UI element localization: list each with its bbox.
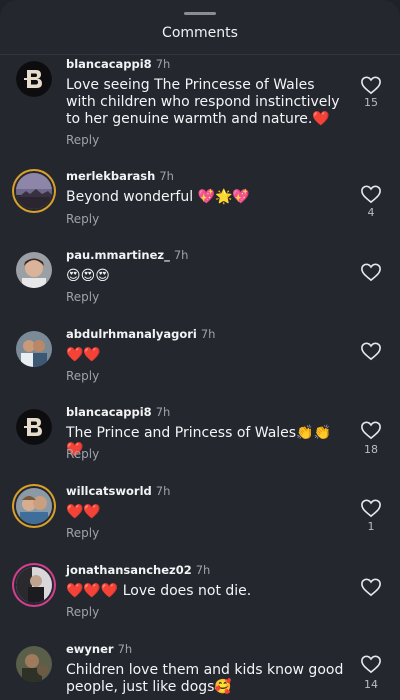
profile-photo-icon	[16, 567, 52, 603]
timestamp: 7h	[117, 642, 133, 656]
comment-meta: merlekbarash 7h	[66, 169, 174, 183]
heart-icon[interactable]	[360, 75, 382, 95]
timestamp: 7h	[155, 57, 171, 71]
profile-photo-icon	[16, 488, 52, 524]
heart-icon[interactable]	[360, 654, 382, 674]
profile-photo-icon	[16, 646, 52, 682]
avatar[interactable]	[16, 567, 52, 603]
comment-meta: blancacappi8 7h	[66, 57, 170, 71]
profile-photo-icon	[16, 173, 52, 209]
avatar[interactable]	[16, 331, 52, 367]
reply-button[interactable]: Reply	[66, 605, 99, 619]
comments-sheet: Comments blancacappi8 7h Love seeing The …	[0, 0, 400, 700]
timestamp: 7h	[173, 248, 189, 262]
heart-icon[interactable]	[360, 577, 382, 597]
comment-text: Love seeing The Princesse of Wales with …	[66, 77, 340, 127]
brand-logo-avatar-icon	[16, 61, 52, 97]
avatar[interactable]	[16, 409, 52, 445]
comment-meta: blancacappi8 7h	[66, 405, 170, 419]
comment-meta: abdulrhmanalyagori 7h	[66, 327, 215, 341]
timestamp: 7h	[155, 484, 171, 498]
heart-icon[interactable]	[360, 341, 382, 361]
reply-button[interactable]: Reply	[66, 290, 99, 304]
like-count: 4	[367, 206, 375, 219]
timestamp: 7h	[155, 405, 171, 419]
comment-text: 😍😍😍	[66, 268, 110, 284]
comment-text: ❤️❤️❤️ Love does not die.	[66, 583, 252, 599]
reply-button[interactable]: Reply	[66, 212, 99, 226]
avatar[interactable]	[16, 252, 52, 288]
comment-text: Children love them and kids know good pe…	[66, 662, 344, 695]
comment-meta: willcatsworld 7h	[66, 484, 170, 498]
avatar[interactable]	[16, 646, 52, 682]
comment-text: The Prince and Princess of Wales👏👏❤️	[66, 425, 331, 458]
timestamp: 7h	[159, 169, 174, 183]
username[interactable]: abdulrhmanalyagori	[66, 327, 197, 341]
username[interactable]: ewyner	[66, 642, 114, 656]
heart-icon[interactable]	[360, 262, 382, 282]
comment-text: ❤️❤️	[66, 347, 101, 363]
avatar[interactable]	[16, 488, 52, 524]
reply-button[interactable]: Reply	[66, 369, 99, 383]
like-count: 14	[364, 678, 378, 691]
like-count: 15	[364, 96, 378, 109]
reply-button[interactable]: Reply	[66, 133, 99, 147]
avatar[interactable]	[16, 173, 52, 209]
comment-text: Beyond wonderful 💖🌟💖	[66, 189, 250, 205]
brand-logo-avatar-icon	[16, 409, 52, 445]
comments-title: Comments	[162, 25, 238, 41]
username[interactable]: pau.mmartinez_	[66, 248, 170, 262]
username[interactable]: willcatsworld	[66, 484, 152, 498]
username[interactable]: merlekbarash	[66, 169, 155, 183]
sheet-grabber-handle[interactable]	[184, 12, 216, 15]
heart-icon[interactable]	[360, 498, 382, 518]
profile-photo-icon	[16, 331, 52, 367]
timestamp: 7h	[195, 563, 211, 577]
heart-icon[interactable]	[360, 184, 382, 204]
comment-meta: pau.mmartinez_ 7h	[66, 248, 188, 262]
header-divider	[0, 54, 400, 55]
profile-photo-icon	[16, 252, 52, 288]
comment-meta: ewyner 7h	[66, 642, 132, 656]
username[interactable]: jonathansanchez02	[66, 563, 192, 577]
comment-text: ❤️❤️	[66, 504, 101, 520]
reply-button[interactable]: Reply	[66, 526, 99, 540]
avatar[interactable]	[16, 61, 52, 97]
username[interactable]: blancacappi8	[66, 405, 152, 419]
comment-meta: jonathansanchez02 7h	[66, 563, 210, 577]
like-count: 18	[364, 443, 378, 456]
timestamp: 7h	[200, 327, 216, 341]
heart-icon[interactable]	[360, 420, 382, 440]
like-count: 1	[367, 520, 375, 533]
username[interactable]: blancacappi8	[66, 57, 152, 71]
reply-button[interactable]: Reply	[66, 447, 99, 461]
